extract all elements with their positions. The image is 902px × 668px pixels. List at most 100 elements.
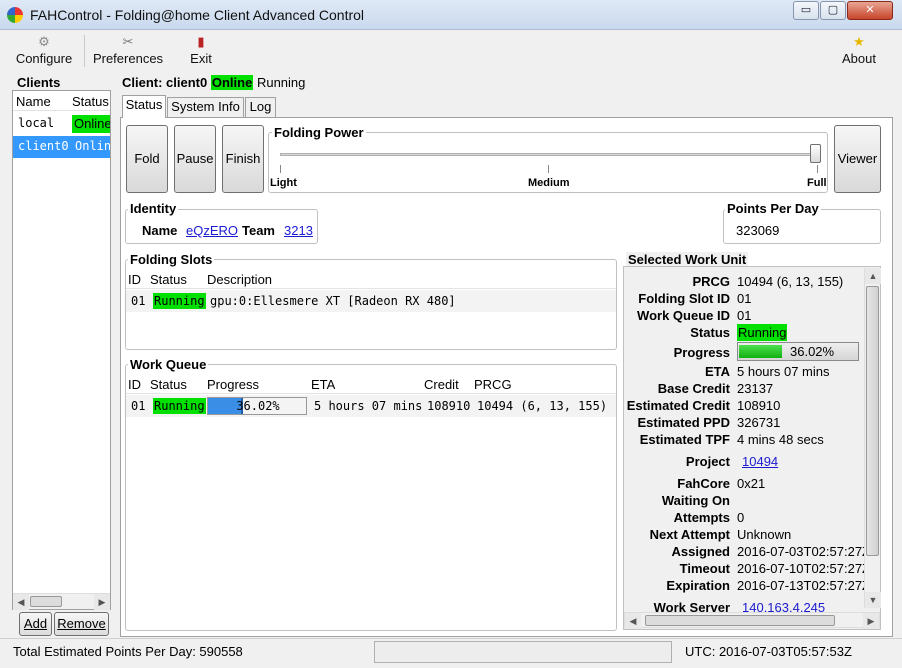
wu-timeout-label: Timeout [679,561,730,576]
slots-col-status[interactable]: Status [150,272,187,287]
queue-eta: 5 hours 07 mins [314,399,423,413]
client-row-client0[interactable]: client0 Online [13,136,110,158]
minimize-button[interactable]: ▭ [793,1,819,20]
folding-slots-title: Folding Slots [128,252,215,267]
client-row-local[interactable]: local Online [13,113,110,135]
wu-est-credit: 108910 [737,398,781,413]
scroll-right-icon[interactable]: ▶ [863,613,879,629]
wu-status-label: Status [690,325,730,340]
fold-button[interactable]: Fold [126,125,168,193]
clients-list: Name Status local Online client0 Online … [12,90,111,610]
tab-log[interactable]: Log [245,97,276,117]
wu-queue-label: Work Queue ID [637,308,730,323]
preferences-button[interactable]: ✂ Preferences [92,35,164,67]
configure-button[interactable]: ⚙ Configure [14,34,74,67]
exit-door-icon: ▮ [197,34,205,49]
client-state: Running [256,75,306,90]
maximize-button[interactable]: ▢ [820,1,846,20]
wu-prcg-label: PRCG [692,274,730,289]
wu-assigned-label: Assigned [671,544,730,559]
finish-button[interactable]: Finish [222,125,264,193]
wu-vscroll-thumb[interactable] [866,286,879,556]
tab-status[interactable]: Status [122,95,166,118]
identity-name-link[interactable]: eQzERO [186,223,238,238]
status-bar: Total Estimated Points Per Day: 590558 U… [0,638,902,668]
preferences-label: Preferences [92,51,164,66]
add-client-button[interactable]: Add [19,612,52,636]
gears-icon: ⚙ [38,34,50,49]
wu-hscrollbar[interactable]: ◀ ▶ [624,612,880,629]
work-unit-title: Selected Work Unit [626,252,749,267]
queue-col-status[interactable]: Status [150,377,187,392]
scroll-thumb[interactable] [30,596,62,607]
queue-col-id[interactable]: ID [128,377,141,392]
folding-power-slider-thumb[interactable] [810,144,821,163]
title-bar: FAHControl - Folding@home Client Advance… [0,0,902,30]
toolbar: ⚙ Configure ✂ Preferences ▮ Exit ★ About [0,31,902,71]
clients-col-status[interactable]: Status [72,94,109,109]
folding-slot-row[interactable]: 01 Running gpu:0:Ellesmere XT [Radeon RX… [126,290,616,312]
queue-col-eta[interactable]: ETA [311,377,335,392]
scroll-down-icon[interactable]: ▼ [865,592,881,608]
client-online-badge: Online [210,75,254,90]
queue-progress-text: 36.02% [236,399,280,413]
slider-tick [280,165,281,173]
slots-col-id[interactable]: ID [128,272,141,287]
close-button[interactable]: ✕ [847,1,893,20]
wu-assigned: 2016-07-03T02:57:27Z [737,544,870,559]
queue-credit: 108910 [427,399,471,413]
queue-status: Running [153,398,206,414]
wu-est-tpf: 4 mins 48 secs [737,432,824,447]
configure-label: Configure [15,51,73,66]
clients-list-header: Name Status [13,91,110,111]
wu-next-attempt: Unknown [737,527,792,542]
clients-title: Clients [15,75,63,90]
wu-eta-label: ETA [704,364,730,379]
pause-button[interactable]: Pause [174,125,216,193]
identity-team-link[interactable]: 3213 [284,223,313,238]
slider-label-light: Light [270,177,297,189]
exit-label: Exit [190,51,212,66]
wu-attempts-label: Attempts [673,510,730,525]
identity-team-label: Team [242,223,275,238]
folding-power-title: Folding Power [272,125,366,140]
client-name: client0 [18,139,69,153]
clients-col-name[interactable]: Name [16,94,51,109]
exit-button[interactable]: ▮ Exit [186,34,216,67]
scroll-right-icon[interactable]: ▶ [94,594,110,610]
wu-hscroll-thumb[interactable] [645,615,835,626]
queue-progress-bar: 36.02% [207,397,307,415]
slot-description: gpu:0:Ellesmere XT [Radeon RX 480] [210,294,456,308]
remove-client-button[interactable]: Remove [54,612,109,636]
viewer-button[interactable]: Viewer [834,125,881,193]
ppd-title: Points Per Day [725,201,821,216]
wu-prcg: 10494 (6, 13, 155) [737,274,844,289]
queue-col-prcg[interactable]: PRCG [474,377,512,392]
scroll-left-icon[interactable]: ◀ [13,594,29,610]
slider-tick [817,165,818,173]
clients-hscrollbar[interactable]: ◀ ▶ [13,593,110,610]
wu-fahcore: 0x21 [737,476,766,491]
tab-system-info[interactable]: System Info [167,97,244,117]
wu-vscrollbar[interactable]: ▲ ▼ [864,268,881,608]
queue-col-credit[interactable]: Credit [424,377,459,392]
client-status: Online [72,115,110,133]
slots-col-description[interactable]: Description [207,272,272,287]
queue-col-progress[interactable]: Progress [207,377,259,392]
scroll-up-icon[interactable]: ▲ [865,268,881,284]
fah-app-icon [7,7,23,23]
scroll-left-icon[interactable]: ◀ [625,613,641,629]
wu-progress-fill [739,345,782,358]
slider-tick [548,165,549,173]
wu-attempts: 0 [737,510,745,525]
wu-est-ppd-label: Estimated PPD [637,415,730,430]
folding-power-slider-track[interactable] [280,153,820,156]
wu-expiration: 2016-07-13T02:57:27Z [737,578,870,593]
slider-label-medium: Medium [528,177,570,189]
work-queue-row[interactable]: 01 Running 5 hours 07 mins 108910 10494 … [126,395,616,417]
wu-expiration-label: Expiration [666,578,730,593]
wu-waiting-label: Waiting On [661,493,730,508]
wu-project-link[interactable]: 10494 [742,454,778,469]
about-button[interactable]: ★ About [838,35,880,67]
wu-queue: 01 [737,308,752,323]
